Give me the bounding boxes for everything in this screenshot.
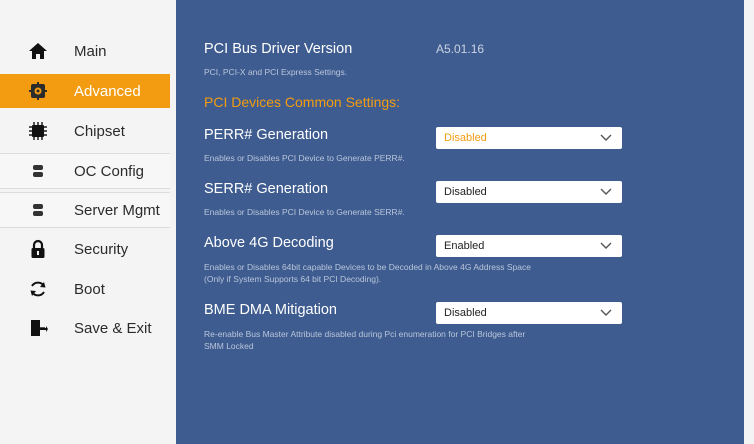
sidebar-item-label: Main — [74, 42, 107, 60]
sidebar-item-boot[interactable]: Boot — [0, 272, 170, 306]
setting-desc-above-4g: Enables or Disables 64bit capable Device… — [204, 262, 531, 272]
sidebar-item-label: Server Mgmt — [74, 201, 160, 219]
sidebar-item-label: Security — [74, 240, 129, 258]
sidebar-item-server-mgmt[interactable]: Server Mgmt — [0, 192, 170, 228]
driver-version-value: A5.01.16 — [436, 42, 485, 56]
perr-generation-value: Disabled — [444, 132, 487, 144]
sidebar-item-label: Boot — [74, 280, 105, 298]
refresh-icon — [28, 279, 48, 299]
setting-desc-perr: Enables or Disables PCI Device to Genera… — [204, 153, 405, 163]
server-icon — [28, 161, 48, 181]
sidebar-item-security[interactable]: Security — [0, 232, 170, 266]
chevron-down-icon — [600, 242, 612, 249]
perr-generation-select[interactable]: Disabled — [436, 127, 622, 149]
setting-desc-bme-dma-note: SMM Locked — [204, 341, 254, 351]
settings-panel: PCI Bus Driver Version A5.01.16 PCI, PCI… — [176, 0, 754, 444]
setting-label-above-4g: Above 4G Decoding — [204, 235, 334, 251]
setting-desc-bme-dma: Re-enable Bus Master Attribute disabled … — [204, 329, 526, 339]
home-icon — [28, 41, 48, 61]
serr-generation-value: Disabled — [444, 186, 487, 198]
sidebar-item-main[interactable]: Main — [0, 34, 170, 68]
setting-label-perr: PERR# Generation — [204, 127, 329, 143]
setting-label-bme-dma: BME DMA Mitigation — [204, 302, 337, 318]
setting-label-serr: SERR# Generation — [204, 181, 329, 197]
sidebar-item-advanced[interactable]: Advanced — [0, 74, 170, 108]
chevron-down-icon — [600, 309, 612, 316]
chevron-down-icon — [600, 134, 612, 141]
sidebar-item-label: Chipset — [74, 122, 125, 140]
sidebar-item-label: Save & Exit — [74, 319, 152, 337]
sidebar-item-label: Advanced — [74, 82, 141, 100]
bme-dma-mitigation-select[interactable]: Disabled — [436, 302, 622, 324]
chevron-down-icon — [600, 188, 612, 195]
above-4g-decoding-select[interactable]: Enabled — [436, 235, 622, 257]
chip-icon — [28, 121, 48, 141]
sidebar-item-oc-config[interactable]: OC Config — [0, 153, 170, 189]
setting-desc-serr: Enables or Disables PCI Device to Genera… — [204, 207, 405, 217]
driver-version-label: PCI Bus Driver Version — [204, 41, 353, 57]
settings-gear-icon — [28, 81, 48, 101]
sidebar-item-label: OC Config — [74, 162, 145, 180]
server-icon — [28, 200, 48, 220]
section-title: PCI Devices Common Settings: — [204, 94, 401, 110]
driver-version-desc: PCI, PCI-X and PCI Express Settings. — [204, 67, 348, 77]
setting-desc-above-4g-note: (Only if System Supports 64 bit PCI Deco… — [204, 274, 382, 284]
above-4g-decoding-value: Enabled — [444, 240, 485, 252]
sidebar-item-chipset[interactable]: Chipset — [0, 114, 170, 148]
sidebar: Main Advanced Chipset OC Config Server M… — [0, 0, 176, 444]
serr-generation-select[interactable]: Disabled — [436, 181, 622, 203]
exit-door-icon — [28, 318, 48, 338]
sidebar-item-save-exit[interactable]: Save & Exit — [0, 311, 170, 345]
lock-icon — [28, 239, 48, 259]
bme-dma-mitigation-value: Disabled — [444, 307, 487, 319]
